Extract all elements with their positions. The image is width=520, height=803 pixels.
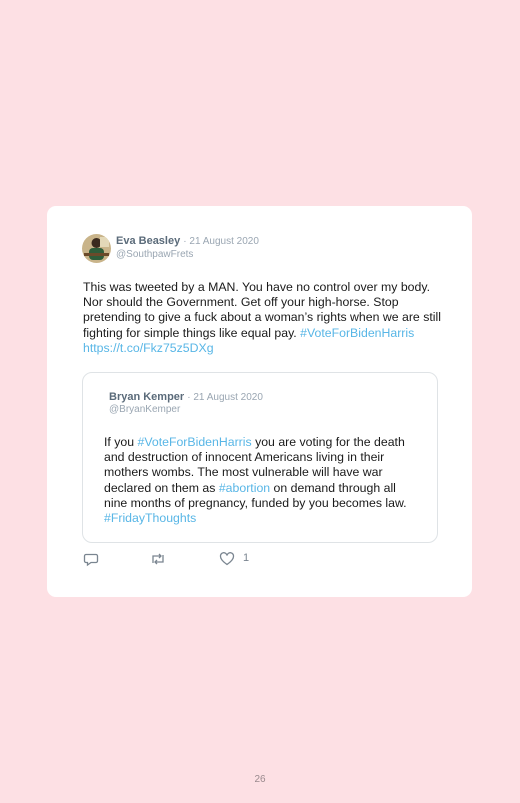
hashtag-link[interactable]: #VoteForBidenHarris: [138, 435, 252, 449]
hashtag-link[interactable]: #abortion: [219, 481, 270, 495]
author-name[interactable]: Eva Beasley · 21 August 2020: [116, 235, 259, 247]
reply-icon[interactable]: [83, 551, 99, 569]
url-link[interactable]: https://t.co/Fkz75z5DXg: [83, 341, 214, 355]
retweet-icon[interactable]: [149, 551, 167, 569]
quoted-tweet-text: If you #VoteForBidenHarris you are votin…: [104, 435, 407, 526]
heart-icon[interactable]: [219, 551, 235, 569]
avatar[interactable]: [82, 234, 111, 263]
quoted-tweet-date: · 21 August 2020: [187, 392, 263, 403]
quoted-author-handle[interactable]: @BryanKemper: [109, 404, 180, 415]
hashtag-link[interactable]: #FridayThoughts: [104, 511, 196, 525]
author-handle[interactable]: @SouthpawFrets: [116, 249, 193, 260]
tweet-card: Eva Beasley · 21 August 2020 @SouthpawFr…: [47, 206, 472, 597]
like-count: 1: [243, 552, 250, 564]
quoted-tweet[interactable]: Bryan Kemper · 21 August 2020 @BryanKemp…: [82, 372, 438, 543]
quoted-author-name[interactable]: Bryan Kemper · 21 August 2020: [109, 391, 263, 403]
tweet-text: This was tweeted by a MAN. You have no c…: [83, 280, 441, 355]
tweet-date: · 21 August 2020: [183, 236, 259, 247]
page-number: 26: [254, 774, 266, 785]
hashtag-link[interactable]: #VoteForBidenHarris: [300, 326, 414, 340]
